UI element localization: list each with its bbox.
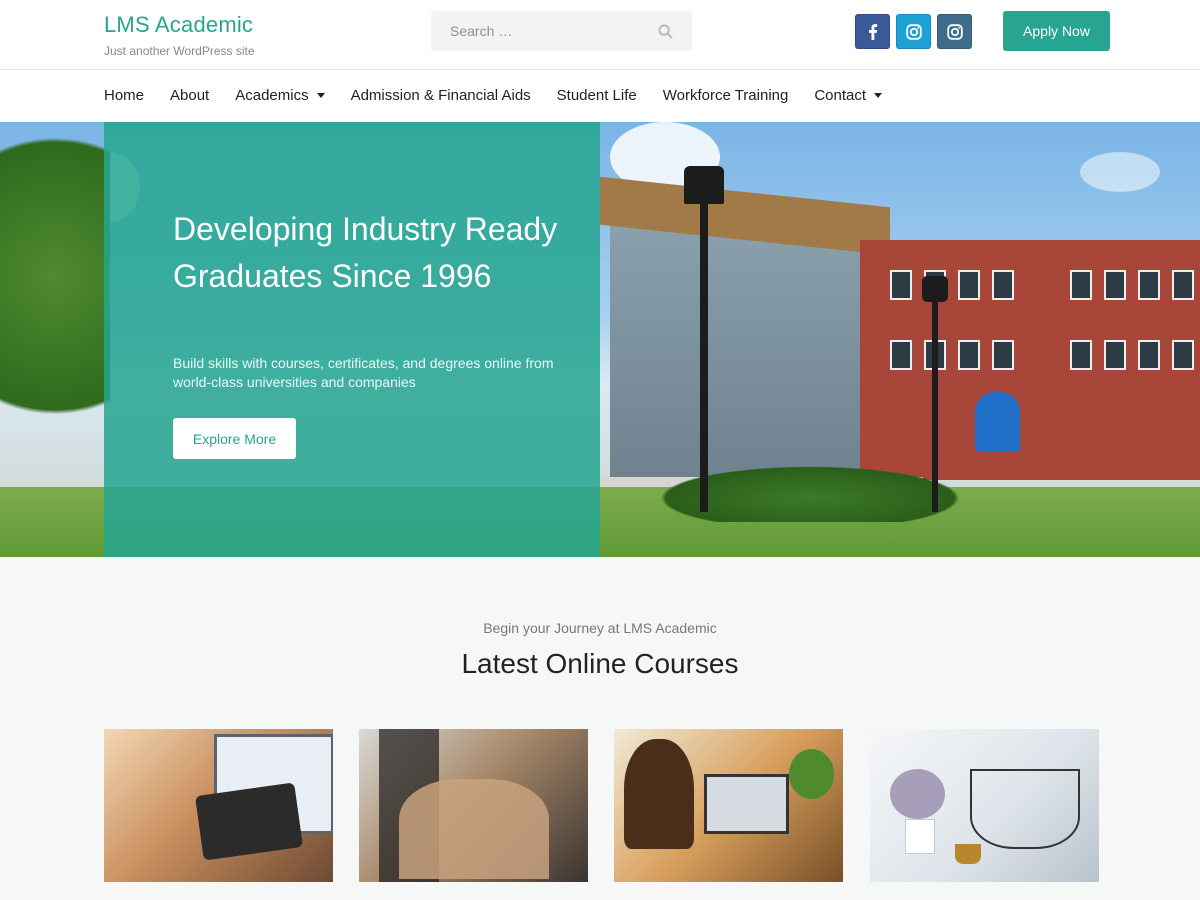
course-card[interactable] [870,729,1099,882]
nav-item-label: Student Life [556,87,637,104]
cup-shape [955,844,981,864]
lamp-post-shape [700,172,708,512]
caret-down-icon [874,93,883,98]
course-card[interactable] [359,729,588,882]
basket-shape [970,769,1080,849]
site-title[interactable]: LMS Academic [104,12,255,38]
cloud-shape [1080,152,1160,192]
nav-item-student-life[interactable]: Student Life [557,87,637,104]
courses-section: Begin your Journey at LMS Academic Lates… [0,557,1200,900]
site-header: LMS Academic Just another WordPress site [0,0,1200,70]
person-shape [624,739,694,849]
lamp-head-shape [684,166,724,204]
nav-item-label: Academics [235,87,309,104]
social-links [855,14,972,49]
caret-down-icon [316,93,325,98]
nav-item-label: Home [104,87,145,104]
course-card[interactable] [104,729,333,882]
tree-shape [0,132,110,492]
search-button[interactable] [656,22,674,40]
instagram-button-2[interactable] [937,14,972,49]
instagram-button[interactable] [896,14,931,49]
nav-item-workforce-training[interactable]: Workforce Training [663,87,789,104]
hero-banner: Developing Industry Ready Graduates Sinc… [0,122,1200,557]
plant-shape [890,769,945,819]
lamp-post-shape [932,282,938,512]
explore-more-button[interactable]: Explore More [173,418,296,459]
hero-title: Developing Industry Ready Graduates Sinc… [173,211,558,294]
tablet-shape [194,782,304,861]
plant-shape [789,749,834,799]
nav-item-label: About [170,87,210,104]
nav-item-admission[interactable]: Admission & Financial Aids [351,87,531,104]
facebook-icon [868,23,877,40]
nav-item-contact[interactable]: Contact [814,87,883,104]
search-icon [657,23,673,39]
building-shape [600,176,890,502]
nav-item-academics[interactable]: Academics [235,87,325,104]
section-title: Latest Online Courses [461,648,739,679]
brand: LMS Academic Just another WordPress site [104,12,255,58]
playground-shape [975,392,1020,452]
main-navigation: Home About Academics Admission & Financi… [0,71,1200,122]
shrub-shape [640,462,980,522]
instagram-icon [905,23,922,40]
nav-item-home[interactable]: Home [104,87,144,104]
apply-now-button[interactable]: Apply Now [1003,11,1110,51]
pot-shape [905,819,935,854]
site-tagline: Just another WordPress site [104,44,255,58]
nav-item-label: Admission & Financial Aids [350,87,531,104]
nav-item-label: Contact [814,87,867,104]
search-form [431,11,692,51]
course-card[interactable] [614,729,843,882]
facebook-button[interactable] [855,14,890,49]
nav-item-label: Workforce Training [662,87,789,104]
nav-item-about[interactable]: About [170,87,209,104]
building-shape [860,240,1200,480]
hero-overlay [104,122,600,557]
people-shape [399,779,549,879]
laptop-shape [704,774,789,834]
hero-subtitle: Build skills with courses, certificates,… [173,355,554,390]
instagram-icon [946,23,963,40]
section-kicker: Begin your Journey at LMS Academic [483,620,717,636]
search-input[interactable] [450,23,650,39]
lamp-head-shape [922,276,948,302]
